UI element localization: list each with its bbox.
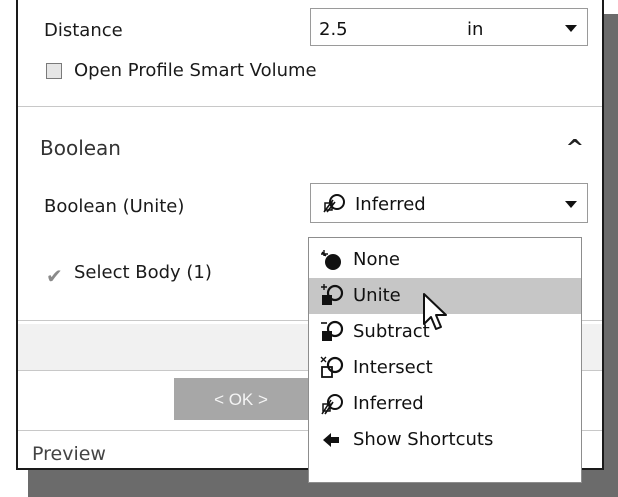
subtract-boolean-icon <box>319 320 345 348</box>
distance-label: Distance <box>44 20 123 41</box>
chevron-up-icon[interactable]: ^ <box>566 138 584 160</box>
distance-unit[interactable]: in <box>467 19 483 40</box>
menu-item-inferred[interactable]: Inferred <box>309 386 581 422</box>
distance-value[interactable]: 2.5 <box>319 19 348 40</box>
boolean-dropdown-menu: None Unite Subtract Intersect Inferred S… <box>308 237 582 483</box>
boolean-select[interactable]: Inferred <box>310 183 588 223</box>
menu-item-none[interactable]: None <box>309 242 581 278</box>
menu-item-label: Show Shortcuts <box>353 429 494 450</box>
menu-item-label: Subtract <box>353 321 430 342</box>
open-profile-checkbox[interactable] <box>46 63 62 79</box>
intersect-boolean-icon <box>319 356 345 384</box>
menu-item-label: None <box>353 249 400 270</box>
menu-item-label: Intersect <box>353 357 433 378</box>
mouse-cursor-icon <box>420 292 450 338</box>
boolean-field-label: Boolean (Unite) <box>44 196 185 217</box>
boolean-selected-value: Inferred <box>355 194 426 215</box>
unite-boolean-icon <box>319 284 345 312</box>
menu-item-intersect[interactable]: Intersect <box>309 350 581 386</box>
menu-item-label: Inferred <box>353 393 424 414</box>
open-profile-label[interactable]: Open Profile Smart Volume <box>74 60 317 81</box>
distance-field[interactable]: 2.5 in <box>310 8 588 46</box>
preview-label[interactable]: Preview <box>32 443 106 465</box>
select-body-label[interactable]: Select Body (1) <box>74 262 212 283</box>
inferred-boolean-icon <box>321 192 347 218</box>
inferred-boolean-icon <box>319 392 345 420</box>
menu-item-show-shortcuts[interactable]: Show Shortcuts <box>309 422 581 458</box>
none-boolean-icon <box>319 248 345 276</box>
chevron-down-icon[interactable] <box>565 25 577 32</box>
chevron-down-icon[interactable] <box>565 201 577 208</box>
checkmark-icon: ✔ <box>46 264 63 288</box>
boolean-section-title[interactable]: Boolean <box>40 136 121 160</box>
ok-button[interactable]: < OK > <box>174 378 308 420</box>
divider <box>18 106 602 107</box>
menu-item-label: Unite <box>353 285 401 306</box>
arrow-left-icon <box>319 428 345 456</box>
